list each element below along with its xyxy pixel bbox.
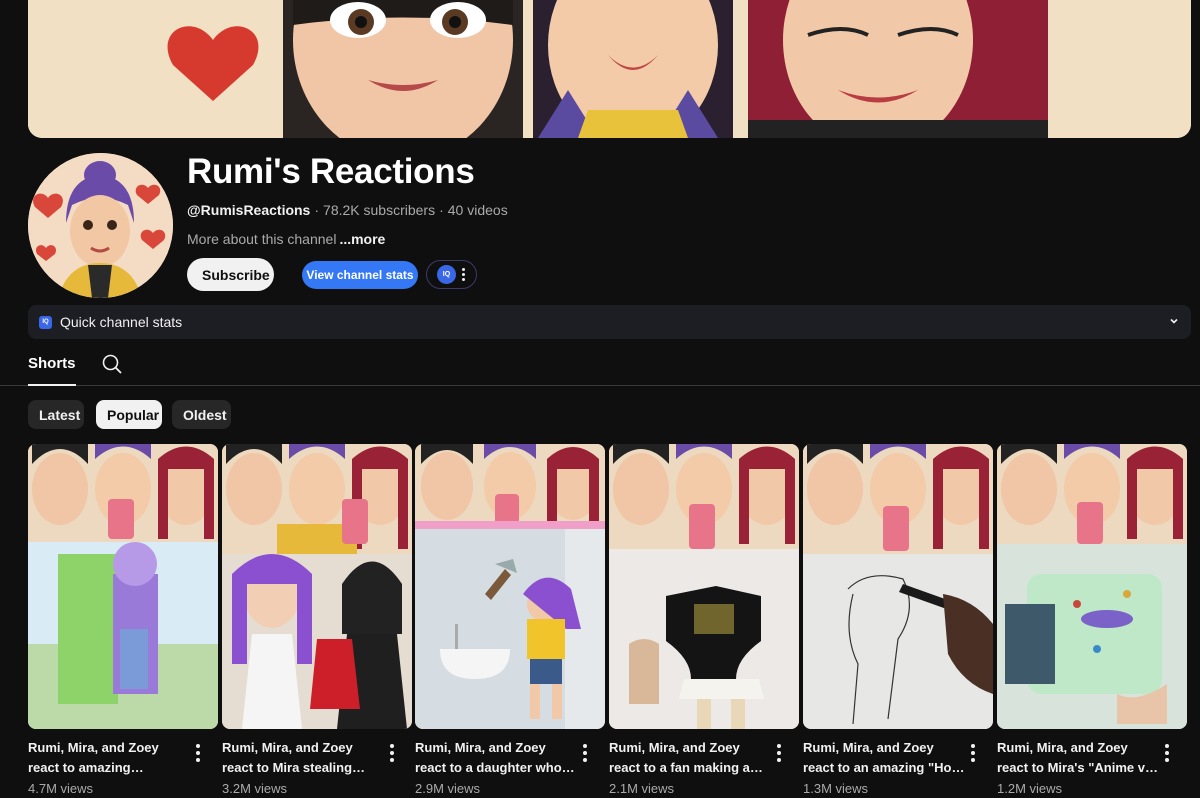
channel-banner — [28, 0, 1191, 138]
more-link[interactable]: ...more — [339, 231, 385, 247]
channel-title: Rumi's Reactions — [187, 152, 475, 191]
short-thumbnail[interactable] — [609, 444, 799, 729]
channel-meta: @RumisReactions · 78.2K subscribers · 40… — [187, 202, 508, 218]
short-menu[interactable] — [971, 744, 975, 762]
channel-handle: @RumisReactions — [187, 202, 311, 218]
chip-oldest[interactable]: Oldest — [172, 400, 231, 429]
short-views: 3.2M views — [222, 781, 288, 796]
short-views: 1.2M views — [997, 781, 1063, 796]
short-card[interactable]: Rumi, Mira, and Zoey react to Mira steal… — [222, 444, 412, 796]
short-title[interactable]: Rumi, Mira, and Zoey react to an amazing… — [803, 738, 965, 778]
more-options-icon[interactable] — [777, 744, 781, 762]
quick-stats-label: Quick channel stats — [60, 314, 183, 330]
short-card[interactable]: Rumi, Mira, and Zoey react to an amazing… — [803, 444, 993, 796]
iq-icon: IQ — [437, 265, 456, 284]
short-card[interactable]: Rumi, Mira, and Zoey react to a fan maki… — [609, 444, 799, 796]
iq-icon: IQ — [39, 315, 52, 329]
subscribe-button[interactable]: Subscribe — [187, 258, 274, 291]
short-menu[interactable] — [196, 744, 200, 762]
more-options-icon[interactable] — [971, 744, 975, 762]
channel-avatar[interactable] — [28, 153, 173, 298]
short-title[interactable]: Rumi, Mira, and Zoey react to Mira's "An… — [997, 738, 1159, 778]
tab-shorts[interactable]: Shorts — [28, 355, 76, 386]
meta-separator: · — [439, 202, 444, 218]
more-options-icon[interactable] — [462, 268, 465, 281]
meta-separator: · — [314, 202, 320, 218]
more-options-icon[interactable] — [583, 744, 587, 762]
subscriber-count: 78.2K subscribers — [323, 202, 436, 218]
about-text[interactable]: More about this channel — [187, 231, 336, 247]
short-card[interactable]: Rumi, Mira, and Zoey react to Mira's "An… — [997, 444, 1187, 796]
short-thumbnail[interactable] — [28, 444, 218, 729]
short-card[interactable]: Rumi, Mira, and Zoey react to amazing di… — [28, 444, 218, 796]
chip-latest[interactable]: Latest — [28, 400, 84, 429]
view-channel-stats-button[interactable]: View channel stats — [302, 261, 418, 289]
short-menu[interactable] — [777, 744, 781, 762]
about-link[interactable]: More about this channel ...more — [187, 231, 385, 247]
more-options-icon[interactable] — [1165, 744, 1169, 762]
short-views: 2.1M views — [609, 781, 675, 796]
short-title[interactable]: Rumi, Mira, and Zoey react to Mira steal… — [222, 738, 384, 778]
chevron-down-icon[interactable] — [1169, 316, 1179, 326]
short-thumbnail[interactable] — [803, 444, 993, 729]
video-count: 40 videos — [447, 202, 508, 218]
short-views: 4.7M views — [28, 781, 94, 796]
short-title[interactable]: Rumi, Mira, and Zoey react to a daughter… — [415, 738, 577, 778]
search-icon[interactable] — [101, 353, 123, 375]
more-options-icon[interactable] — [390, 744, 394, 762]
short-thumbnail[interactable] — [415, 444, 605, 729]
channel-tabs: Shorts — [0, 345, 1200, 386]
short-title[interactable]: Rumi, Mira, and Zoey react to amazing di… — [28, 738, 190, 778]
short-views: 2.9M views — [415, 781, 481, 796]
quick-channel-stats-bar[interactable]: IQ Quick channel stats — [28, 305, 1191, 339]
short-menu[interactable] — [1165, 744, 1169, 762]
short-menu[interactable] — [390, 744, 394, 762]
short-card[interactable]: Rumi, Mira, and Zoey react to a daughter… — [415, 444, 605, 796]
short-thumbnail[interactable] — [222, 444, 412, 729]
short-title[interactable]: Rumi, Mira, and Zoey react to a fan maki… — [609, 738, 771, 778]
more-options-icon[interactable] — [196, 744, 200, 762]
short-thumbnail[interactable] — [997, 444, 1187, 729]
chip-popular[interactable]: Popular — [96, 400, 162, 429]
short-menu[interactable] — [583, 744, 587, 762]
short-views: 1.3M views — [803, 781, 869, 796]
extension-button[interactable]: IQ — [426, 260, 477, 289]
